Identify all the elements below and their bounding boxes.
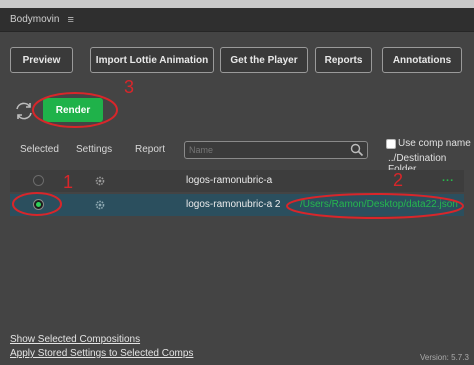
annotation-number-3: 3: [124, 77, 135, 97]
gear-icon[interactable]: [94, 175, 106, 187]
composition-name: logos-ramonubric-a: [186, 175, 273, 186]
panel-title: Bodymovin: [10, 14, 60, 25]
select-radio[interactable]: [33, 175, 44, 186]
annotations-button[interactable]: Annotations: [382, 47, 462, 73]
composition-row-selected[interactable]: logos-ramonubric-a 2 /Users/Ramon/Deskto…: [10, 194, 464, 216]
bodymovin-window: Bodymovin ≡ Preview Import Lottie Animat…: [0, 0, 474, 365]
panel-content: Preview Import Lottie Animation Get the …: [0, 32, 474, 365]
column-report: Report: [135, 144, 166, 155]
import-lottie-button[interactable]: Import Lottie Animation: [90, 47, 214, 73]
show-selected-compositions-link[interactable]: Show Selected Compositions: [10, 334, 140, 345]
window-titlebar: [0, 0, 474, 8]
column-settings: Settings: [76, 144, 113, 155]
more-icon[interactable]: ...: [442, 172, 454, 184]
composition-name: logos-ramonubric-a 2: [186, 199, 281, 210]
reports-button[interactable]: Reports: [315, 47, 372, 73]
panel-header: Bodymovin ≡: [0, 8, 474, 32]
get-player-button[interactable]: Get the Player: [220, 47, 308, 73]
column-selected: Selected: [20, 144, 59, 155]
annotation-number-2: 2: [393, 170, 404, 190]
apply-stored-settings-link[interactable]: Apply Stored Settings to Selected Comps: [10, 348, 193, 359]
annotation-number-1: 1: [63, 172, 74, 192]
select-radio-checked[interactable]: [33, 199, 44, 210]
preview-button[interactable]: Preview: [10, 47, 73, 73]
destination-path-link[interactable]: /Users/Ramon/Desktop/data22.json: [300, 199, 458, 210]
hamburger-icon[interactable]: ≡: [67, 14, 73, 26]
version-label: Version: 5.7.3: [420, 353, 469, 362]
search-icon[interactable]: [350, 143, 364, 157]
refresh-icon[interactable]: [13, 100, 35, 122]
use-comp-name-label: Use comp name: [398, 138, 471, 149]
search-input[interactable]: [184, 141, 368, 159]
render-button[interactable]: Render: [43, 98, 103, 122]
radio-dot: [36, 202, 41, 207]
gear-icon[interactable]: [94, 199, 106, 211]
use-comp-name-checkbox[interactable]: [386, 139, 396, 149]
